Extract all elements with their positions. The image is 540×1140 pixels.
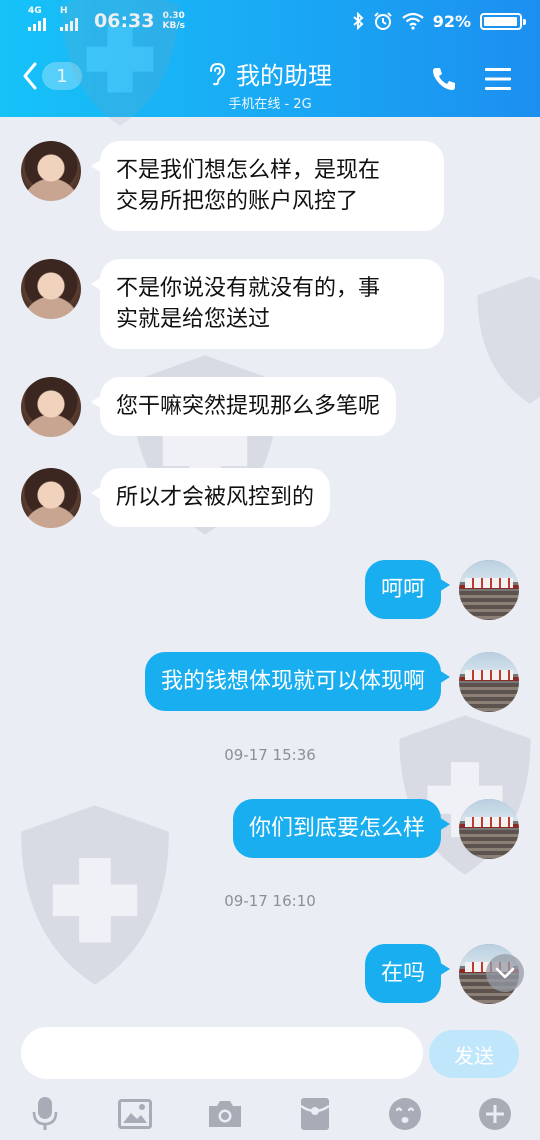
signal-4g-icon: 4G [28, 6, 54, 34]
hamburger-menu-icon [485, 68, 511, 90]
microphone-icon [32, 1097, 58, 1130]
send-button[interactable]: 发送 [429, 1030, 519, 1078]
ear-icon [210, 62, 226, 85]
battery-icon [480, 12, 526, 30]
voice-button[interactable] [25, 1096, 65, 1132]
camera-icon [209, 1101, 241, 1127]
app-header: 4G H 06:33 0.30 KB/s 92% 1 我的助理 手机在线 - 2… [0, 0, 540, 117]
online-status: 手机在线 - 2G [228, 97, 312, 112]
speed-unit: KB/s [162, 21, 185, 31]
message-timestamp: 09-17 16:10 [224, 892, 316, 910]
speed-value: 0.30 [162, 11, 185, 21]
emoji-icon [389, 1098, 421, 1130]
clock: 06:33 [94, 10, 155, 32]
plus-icon [479, 1098, 511, 1130]
message-input[interactable] [21, 1027, 423, 1079]
message-bubble-incoming[interactable]: 所以才会被风控到的 [90, 468, 331, 527]
red-packet-button[interactable] [295, 1096, 335, 1132]
message-bubble-incoming[interactable]: 您干嘛突然提现那么多笔呢 [90, 377, 397, 436]
message-bubble-outgoing[interactable]: 我的钱想体现就可以体现啊 [144, 652, 451, 711]
input-toolbar [0, 1092, 540, 1136]
battery-percent: 92% [432, 11, 471, 31]
red-packet-icon [300, 1098, 330, 1130]
chat-title: 我的助理 [236, 62, 332, 90]
network-type: 4G [28, 6, 42, 16]
contact-avatar[interactable] [21, 259, 81, 319]
camera-button[interactable] [205, 1096, 245, 1132]
alarm-icon [373, 12, 392, 30]
contact-avatar[interactable] [21, 468, 81, 528]
message-timestamp: 09-17 15:36 [224, 746, 316, 764]
signal-h-icon: H [60, 6, 86, 34]
input-area: 发送 [0, 1022, 540, 1140]
status-left: 4G H 06:33 0.30 KB/s [28, 6, 185, 34]
title-bar: 1 我的助理 手机在线 - 2G [0, 42, 540, 117]
call-button[interactable] [430, 65, 458, 97]
message-bubble-outgoing[interactable]: 在吗 [364, 944, 451, 1003]
my-avatar[interactable] [459, 652, 519, 712]
status-bar: 4G H 06:33 0.30 KB/s 92% [0, 0, 540, 42]
my-avatar[interactable] [459, 799, 519, 859]
menu-button[interactable] [484, 66, 512, 96]
scroll-to-bottom-button[interactable] [486, 954, 524, 992]
contact-avatar[interactable] [21, 377, 81, 437]
photo-button[interactable] [115, 1096, 155, 1132]
message-bubble-outgoing[interactable]: 呵呵 [364, 560, 451, 619]
network-hd: H [60, 6, 68, 16]
chevron-down-icon [495, 967, 515, 979]
my-avatar[interactable] [459, 560, 519, 620]
message-bubble-outgoing[interactable]: 你们到底要怎么样 [232, 799, 451, 858]
message-list[interactable]: 不是我们想怎么样，是现在 交易所把您的账户风控了 不是你说没有就没有的，事 实就… [0, 117, 540, 1022]
status-right: 92% [352, 8, 526, 34]
more-button[interactable] [475, 1096, 515, 1132]
wifi-icon [402, 12, 424, 30]
chat-title-block[interactable]: 我的助理 手机在线 - 2G [0, 56, 540, 112]
message-bubble-incoming[interactable]: 不是你说没有就没有的，事 实就是给您送过 [91, 259, 444, 349]
phone-icon [433, 68, 455, 90]
message-bubble-incoming[interactable]: 不是我们想怎么样，是现在 交易所把您的账户风控了 [91, 141, 444, 231]
bluetooth-icon [353, 12, 364, 30]
network-speed: 0.30 KB/s [162, 11, 184, 31]
emoji-button[interactable] [385, 1096, 425, 1132]
contact-avatar[interactable] [21, 141, 81, 201]
image-icon [118, 1099, 152, 1129]
